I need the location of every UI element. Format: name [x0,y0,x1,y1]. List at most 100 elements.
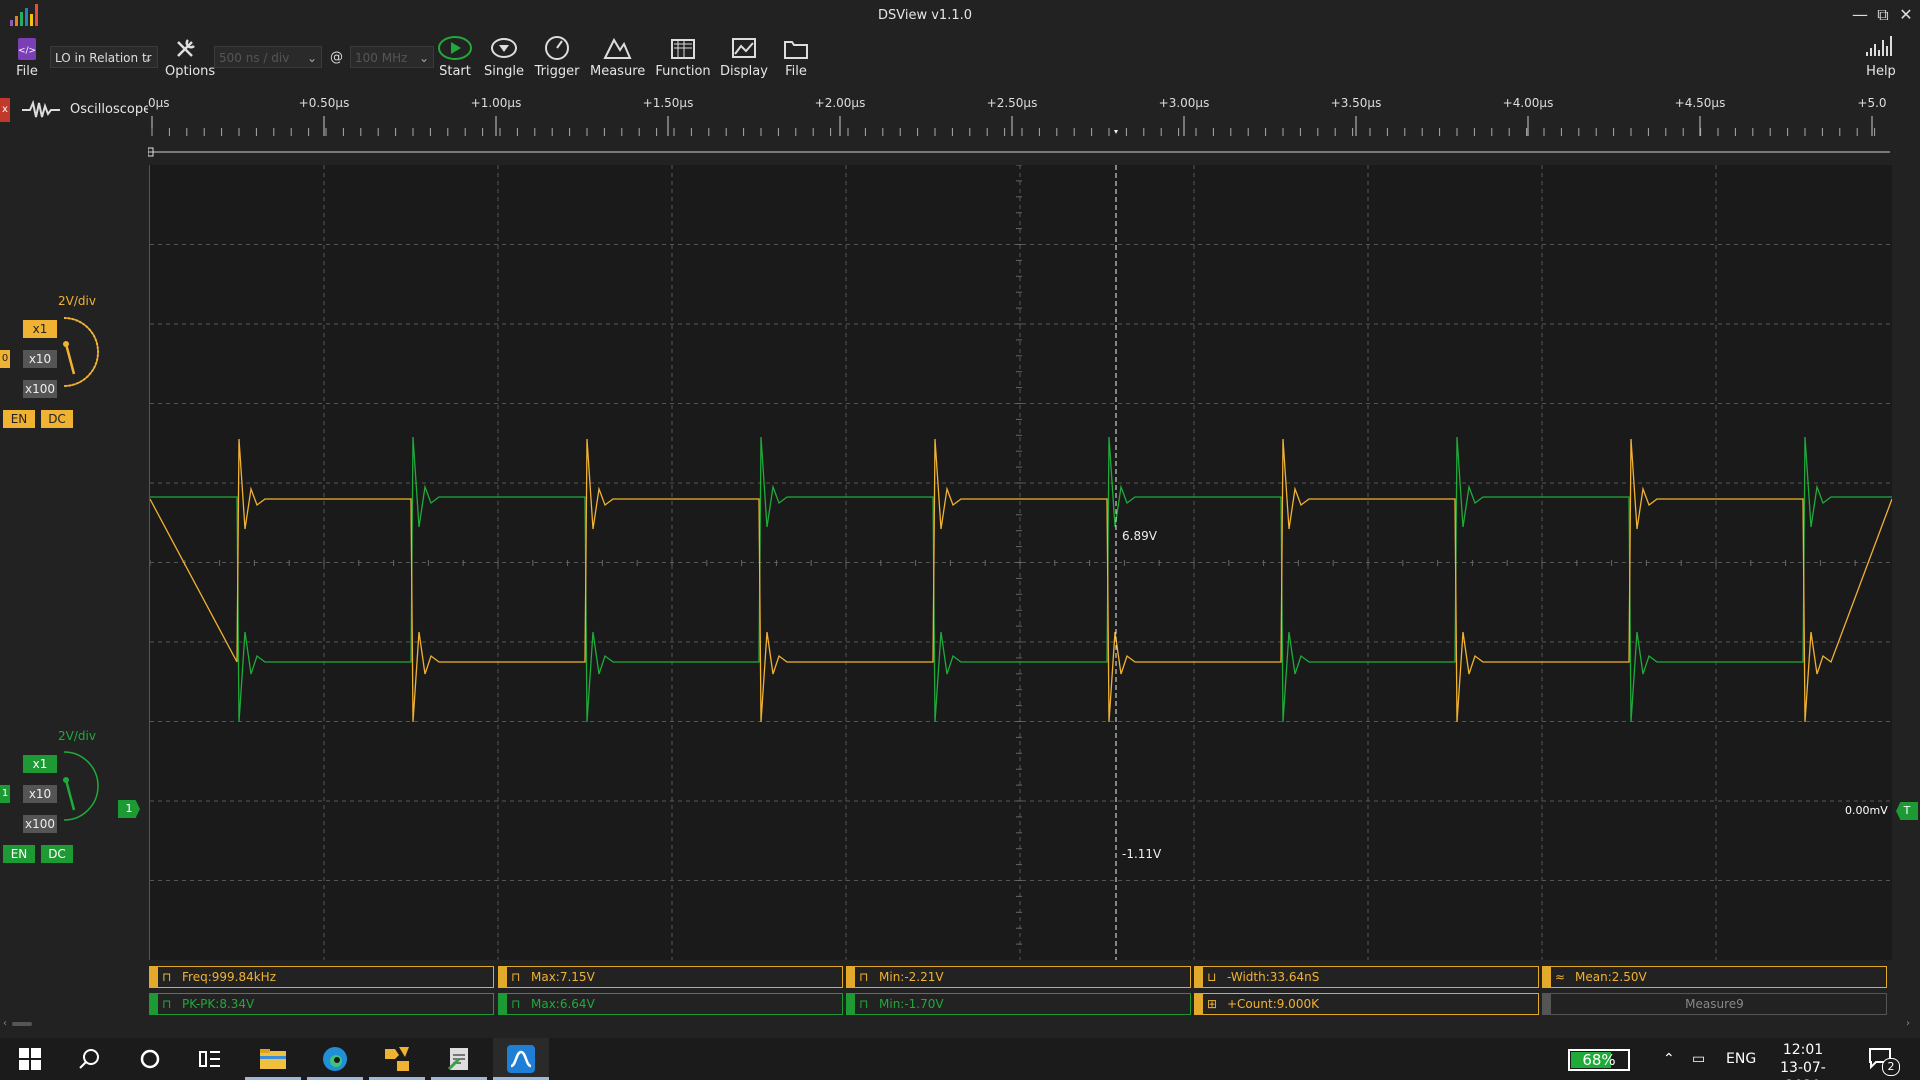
edge-app[interactable] [307,1038,363,1080]
ch1-x1-button[interactable]: x1 [23,755,57,773]
language-indicator[interactable]: ENG [1726,1038,1756,1080]
clock[interactable]: 12:01 13-07-2020 [1768,1041,1838,1080]
app-notepad[interactable] [431,1038,487,1080]
display-icon [732,38,756,58]
notification-button[interactable]: 2 [1868,1046,1900,1076]
ch1-x100-button[interactable]: x100 [23,815,57,833]
measure-freq[interactable]: ⊓ Freq:999.84kHz [149,966,494,988]
device-select[interactable]: LO in Relation tr ⌄ [50,46,158,68]
trigger-level-label: 0.00mV [1845,804,1888,817]
measure-mean[interactable]: ≈ Mean:2.50V [1542,966,1887,988]
single-label: Single [484,64,524,79]
file-tool-label: File [785,64,807,79]
app-dsview[interactable] [493,1038,549,1080]
function-label: Function [655,64,711,79]
battery-indicator[interactable]: 68% [1568,1049,1630,1071]
ch1-x10-button[interactable]: x10 [23,785,57,803]
cortana-button[interactable] [122,1038,178,1080]
single-button[interactable]: Single [484,34,524,79]
trigger-marker[interactable]: T [1896,802,1918,820]
task-view-button[interactable] [182,1038,238,1080]
explorer-app[interactable] [245,1038,301,1080]
time-ruler[interactable]: 0µs +0.50µs +1.00µs +1.50µs +2.00µs +2.50µs +3… [148,86,1890,166]
windows-icon [19,1048,41,1070]
measure-empty-slot[interactable]: Measure9 [1542,993,1887,1015]
ruler-tick-label: +4.00µs [1503,96,1554,110]
measure-min-ch1[interactable]: ⊓ Min:-1.70V [846,993,1191,1015]
at-label: @ [330,50,343,65]
edge-icon [323,1047,347,1071]
measure-neg-width[interactable]: ⊔ -Width:33.64nS [1194,966,1539,988]
search-button[interactable] [62,1038,118,1080]
scroll-thumb[interactable] [12,1022,32,1026]
measure-max-ch1[interactable]: ⊓ Max:6.64V [498,993,843,1015]
pkpk-icon: ⊓ [162,997,172,1011]
toolbar: </> File LO in Relation tr ⌄ Options 500 … [0,32,1920,86]
measure-max[interactable]: ⊓ Max:7.15V [498,966,843,988]
ch1-enable-button[interactable]: EN [3,845,35,863]
start-button[interactable]: Start [436,34,474,79]
chevron-down-icon: ⌄ [142,51,153,65]
folder-icon [260,1049,286,1069]
ch0-x10-button[interactable]: x10 [23,350,57,368]
ruler-tick-label: +1.50µs [643,96,694,110]
taskbar: 68% ⌃ ▭ ENG 12:01 13-07-2020 2 [0,1038,1920,1080]
measure-max-ch1-value: Max:6.64V [531,997,595,1011]
ruler-tick-label: +2.50µs [987,96,1038,110]
close-button[interactable]: ✕ [1896,5,1916,25]
freq-icon: ⊓ [162,970,172,984]
cortana-icon [140,1049,160,1069]
display-button[interactable]: Display [718,34,770,79]
help-label: Help [1866,64,1896,79]
close-mode-button[interactable]: x [0,98,10,122]
ch0-x1-button[interactable]: x1 [23,320,57,338]
ch1-coupling-button[interactable]: DC [41,845,73,863]
ruler-tick-label: +1.00µs [471,96,522,110]
restore-button[interactable]: ⧉ [1873,5,1893,25]
help-button[interactable]: Help [1860,34,1902,79]
function-button[interactable]: Function [655,34,711,79]
measure-max-value: Max:7.15V [531,970,595,984]
tray-overflow-icon[interactable]: ⌃ [1663,1038,1675,1080]
min-icon: ⊓ [859,970,869,984]
app-yellow-icon [385,1047,409,1071]
measure-empty-label: Measure9 [1685,997,1744,1011]
horizontal-scrollbar[interactable]: ‹ › [0,1018,1920,1030]
min-icon: ⊓ [859,997,869,1011]
measure-label: Measure [590,64,646,79]
trigger-button[interactable]: Trigger [534,34,580,79]
ruler-tick-label: +3.50µs [1331,96,1382,110]
samplerate-value: 100 MHz [355,51,408,65]
window-title: DSView v1.1.0 [877,8,972,23]
trigger-label: Trigger [534,64,580,79]
ch0-x100-button[interactable]: x100 [23,380,57,398]
ch0-enable-button[interactable]: EN [3,410,35,428]
waveform-plot[interactable] [149,165,1892,960]
ruler-tick-label: +2.00µs [815,96,866,110]
minimize-button[interactable]: — [1850,5,1870,25]
battery-icon[interactable]: ▭ [1692,1038,1705,1080]
scroll-right-arrow[interactable]: › [1906,1018,1910,1029]
measure-pkpk[interactable]: ⊓ PK-PK:8.34V [149,993,494,1015]
measure-min[interactable]: ⊓ Min:-2.21V [846,966,1191,988]
battery-percent: 68% [1582,1051,1616,1069]
scroll-left-arrow[interactable]: ‹ [3,1018,7,1029]
device-select-value: LO in Relation tr [55,51,152,65]
start-menu-button[interactable] [2,1038,58,1080]
ruler-cursor-marker [1114,130,1118,134]
ch0-coupling-button[interactable]: DC [41,410,73,428]
file-tool-button[interactable]: File [776,34,816,79]
measure-button[interactable]: Measure [590,34,646,79]
ch1-offset-marker[interactable]: 1 [118,800,140,818]
notification-count: 2 [1882,1058,1900,1076]
ruler-tick-label: 0µs [148,96,170,110]
measure-freq-value: Freq:999.84kHz [182,970,277,984]
app-yellow[interactable] [369,1038,425,1080]
measure-count[interactable]: ⊞ +Count:9.000K [1194,993,1539,1015]
mean-icon: ≈ [1555,970,1566,984]
ruler-tick-label: +3.00µs [1159,96,1210,110]
timebase-select[interactable]: 500 ns / div ⌄ [214,46,322,68]
options-button[interactable]: Options [165,34,215,79]
file-menu-button[interactable]: </> File [12,34,42,79]
samplerate-select[interactable]: 100 MHz ⌄ [350,46,434,68]
